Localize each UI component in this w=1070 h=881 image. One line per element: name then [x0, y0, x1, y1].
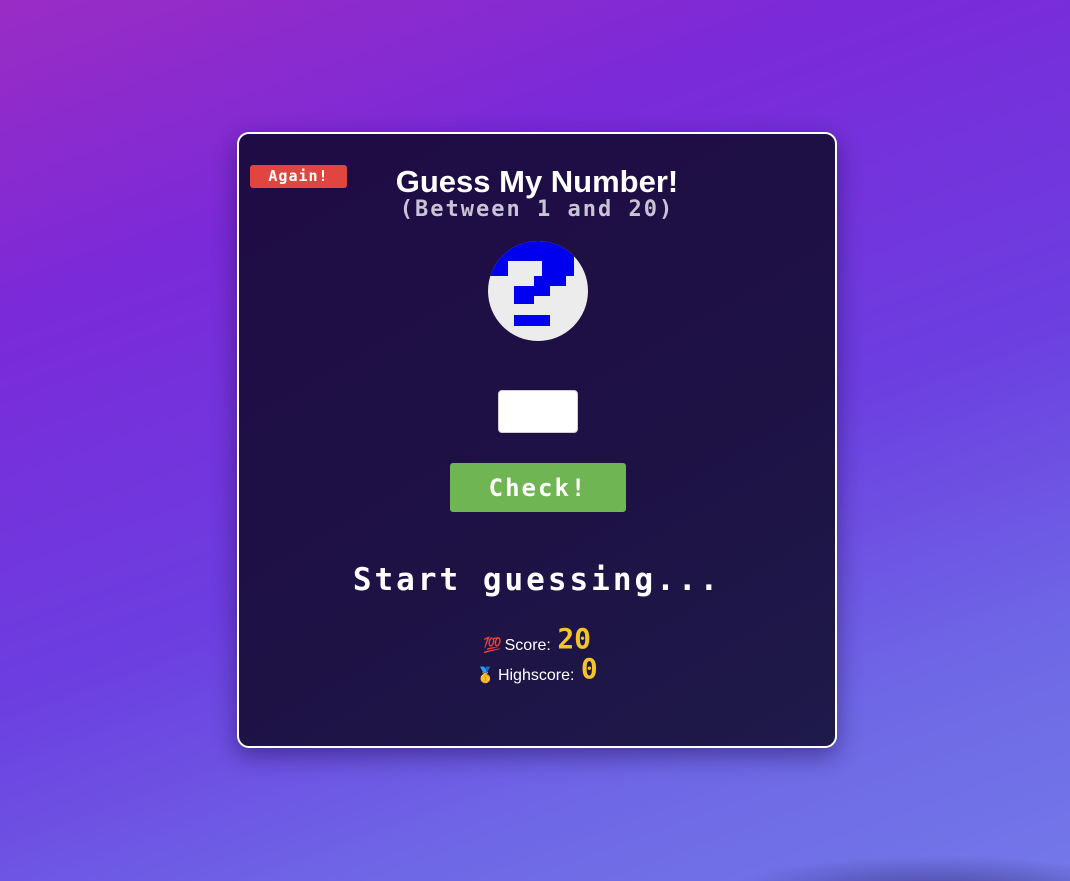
- window-shadow: [720, 855, 1070, 881]
- status-message: Start guessing...: [352, 562, 722, 598]
- gold-medal-icon: 🥇: [476, 667, 495, 684]
- hidden-number-display: [488, 241, 588, 341]
- check-button[interactable]: Check!: [450, 463, 626, 512]
- score-value: 20: [557, 622, 592, 655]
- score-row: 💯 Score: 20: [239, 622, 835, 655]
- range-hint: (Between 1 and 20): [399, 197, 675, 222]
- highscore-row: 🥇 Highscore: 0: [239, 652, 835, 685]
- highscore-value: 0: [580, 652, 598, 685]
- highscore-label: Highscore:: [497, 667, 575, 684]
- pixel-question-mark-icon: [488, 241, 574, 326]
- game-card: Again! Guess My Number! (Between 1 and 2…: [237, 132, 837, 748]
- game-title: Guess My Number!: [395, 164, 679, 199]
- guess-input[interactable]: [498, 390, 578, 433]
